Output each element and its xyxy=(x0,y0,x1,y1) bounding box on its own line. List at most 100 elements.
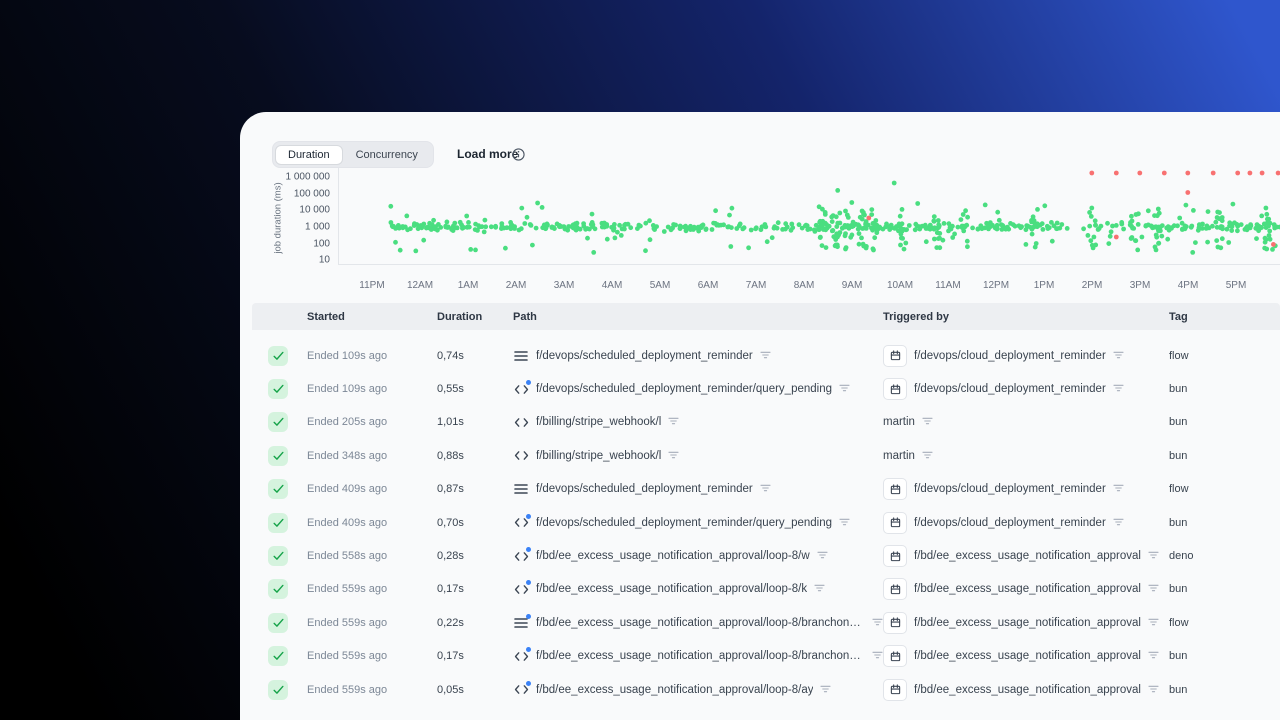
data-point[interactable] xyxy=(388,203,394,209)
data-point[interactable] xyxy=(1046,225,1052,231)
data-point[interactable] xyxy=(461,225,466,230)
load-more-button[interactable]: Load more xyxy=(457,147,518,161)
data-point[interactable] xyxy=(1253,225,1259,231)
data-point[interactable] xyxy=(1214,215,1220,220)
data-point[interactable] xyxy=(1275,170,1280,176)
data-point[interactable] xyxy=(837,210,843,216)
data-point[interactable] xyxy=(1064,226,1070,231)
filter-by-path-icon[interactable] xyxy=(668,413,679,431)
duration-scatter-chart[interactable] xyxy=(338,168,1280,265)
data-point[interactable] xyxy=(589,211,595,217)
data-point[interactable] xyxy=(764,239,770,245)
data-point[interactable] xyxy=(519,205,525,211)
data-point[interactable] xyxy=(591,250,597,255)
filter-by-path-icon[interactable] xyxy=(814,580,825,598)
data-point[interactable] xyxy=(413,248,419,254)
data-point[interactable] xyxy=(1119,221,1125,227)
data-point[interactable] xyxy=(884,221,889,227)
data-point[interactable] xyxy=(872,235,878,241)
data-point[interactable] xyxy=(1267,228,1273,234)
data-point[interactable] xyxy=(843,231,848,236)
data-point[interactable] xyxy=(1264,246,1270,252)
table-row[interactable]: Ended 559s ago 0,05s f/bd/ee_excess_usage_… xyxy=(252,673,1280,706)
data-point[interactable] xyxy=(1215,244,1221,250)
data-point[interactable] xyxy=(503,245,508,251)
data-point[interactable] xyxy=(848,234,854,240)
triggered-by-link[interactable]: martin xyxy=(883,416,915,428)
path-link[interactable]: f/devops/scheduled_deployment_reminder/q… xyxy=(536,383,832,395)
data-point[interactable] xyxy=(1133,238,1139,244)
data-point[interactable] xyxy=(769,235,775,241)
data-point[interactable] xyxy=(948,226,954,232)
data-point[interactable] xyxy=(587,226,592,232)
data-point[interactable] xyxy=(396,223,401,228)
data-point[interactable] xyxy=(1156,210,1162,216)
data-point[interactable] xyxy=(604,236,610,242)
data-point[interactable] xyxy=(937,235,942,241)
data-point[interactable] xyxy=(1161,170,1167,176)
data-point[interactable] xyxy=(861,243,867,249)
data-point[interactable] xyxy=(833,242,839,248)
data-point[interactable] xyxy=(819,223,825,229)
data-point[interactable] xyxy=(962,224,968,230)
data-point[interactable] xyxy=(1168,225,1174,230)
data-point[interactable] xyxy=(618,233,624,238)
data-point[interactable] xyxy=(393,239,398,245)
data-point[interactable] xyxy=(837,230,843,235)
data-point[interactable] xyxy=(861,210,866,215)
data-point[interactable] xyxy=(835,220,841,226)
data-point[interactable] xyxy=(746,245,751,251)
data-point[interactable] xyxy=(819,243,825,248)
data-point[interactable] xyxy=(958,217,964,222)
data-point[interactable] xyxy=(763,224,769,230)
data-point[interactable] xyxy=(899,221,905,227)
filter-by-path-icon[interactable] xyxy=(839,514,850,532)
table-row[interactable]: Ended 558s ago 0,28s f/bd/ee_excess_usage_… xyxy=(252,539,1280,572)
data-point[interactable] xyxy=(935,218,941,223)
data-point[interactable] xyxy=(946,221,952,227)
data-point[interactable] xyxy=(716,222,722,228)
triggered-by-link[interactable]: f/bd/ee_excess_usage_notification_approv… xyxy=(914,583,1141,595)
data-point[interactable] xyxy=(1085,233,1091,238)
data-point[interactable] xyxy=(617,222,622,228)
data-point[interactable] xyxy=(1271,242,1276,247)
data-point[interactable] xyxy=(996,217,1002,223)
data-point[interactable] xyxy=(1029,231,1035,237)
data-point[interactable] xyxy=(1259,213,1265,219)
data-point[interactable] xyxy=(1087,223,1093,229)
data-point[interactable] xyxy=(1107,233,1113,239)
filter-by-trigger-icon[interactable] xyxy=(1148,580,1159,598)
data-point[interactable] xyxy=(1263,205,1269,211)
data-point[interactable] xyxy=(1113,170,1119,176)
data-point[interactable] xyxy=(783,221,789,227)
data-point[interactable] xyxy=(936,223,942,229)
data-point[interactable] xyxy=(982,202,988,208)
data-point[interactable] xyxy=(1185,170,1191,176)
data-point[interactable] xyxy=(1131,226,1137,231)
data-point[interactable] xyxy=(984,220,989,226)
data-point[interactable] xyxy=(822,212,828,217)
data-point[interactable] xyxy=(937,231,943,236)
data-point[interactable] xyxy=(1023,242,1029,247)
data-point[interactable] xyxy=(1235,223,1241,229)
data-point[interactable] xyxy=(1267,236,1273,242)
data-point[interactable] xyxy=(748,227,754,233)
data-point[interactable] xyxy=(643,248,648,254)
data-point[interactable] xyxy=(887,227,893,232)
data-point[interactable] xyxy=(599,220,605,226)
data-point[interactable] xyxy=(472,227,478,232)
data-point[interactable] xyxy=(892,226,898,231)
data-point[interactable] xyxy=(1129,218,1135,224)
data-point[interactable] xyxy=(1214,224,1220,230)
data-point[interactable] xyxy=(1191,208,1196,213)
triggered-by-link[interactable]: f/bd/ee_excess_usage_notification_approv… xyxy=(914,550,1141,562)
data-point[interactable] xyxy=(432,225,438,231)
data-point[interactable] xyxy=(1135,247,1141,253)
data-point[interactable] xyxy=(397,247,403,253)
data-point[interactable] xyxy=(1226,240,1232,245)
data-point[interactable] xyxy=(829,228,835,234)
data-point[interactable] xyxy=(899,207,905,212)
data-point[interactable] xyxy=(727,212,732,218)
data-point[interactable] xyxy=(1145,208,1151,214)
data-point[interactable] xyxy=(703,226,709,232)
